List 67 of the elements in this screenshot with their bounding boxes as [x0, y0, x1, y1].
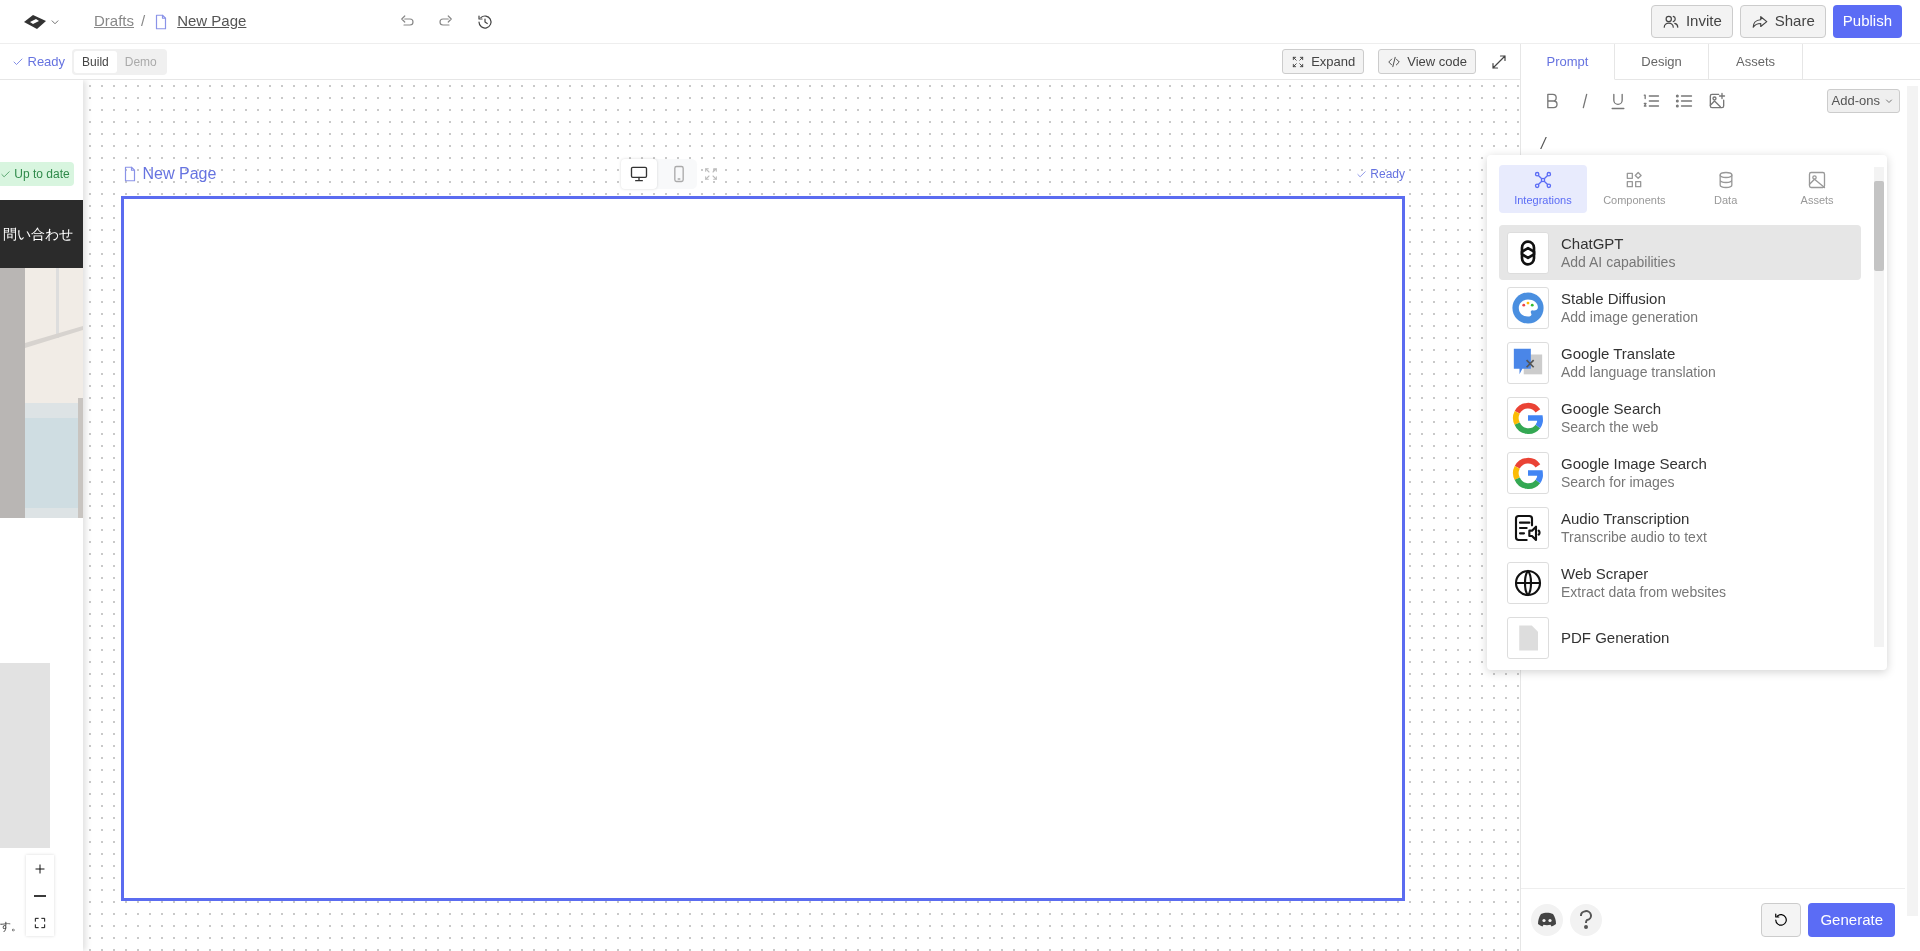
desktop-icon — [629, 164, 650, 184]
gamepad-icon — [1537, 912, 1557, 928]
history-icon[interactable] — [475, 12, 494, 31]
plus-icon — [33, 861, 47, 876]
fullscreen-icon[interactable] — [1490, 52, 1508, 71]
fit-icon — [33, 915, 47, 930]
item-subtitle: Search for images — [1561, 473, 1676, 492]
item-subtitle: Add language translation — [1561, 363, 1716, 382]
integration-item[interactable]: Web Scraper Extract data from websites — [1499, 555, 1861, 610]
status-text: Ready — [1370, 166, 1405, 183]
item-title: Google Search — [1561, 398, 1662, 419]
item-title: Web Scraper — [1561, 563, 1650, 584]
item-title: Stable Diffusion — [1561, 288, 1667, 309]
assets-icon — [1807, 169, 1828, 190]
add-ons-dropdown[interactable]: Add-ons — [1826, 89, 1900, 113]
share-button[interactable]: Share — [1739, 5, 1826, 38]
panel-tab[interactable]: Assets — [1709, 44, 1803, 80]
item-subtitle: Transcribe audio to text — [1561, 528, 1707, 547]
item-subtitle: Add image generation — [1561, 308, 1698, 327]
item-title: ChatGPT — [1561, 233, 1625, 254]
prompt-text: / — [1541, 135, 1546, 152]
item-title: Audio Transcription — [1561, 508, 1691, 529]
page-title: New Page — [142, 164, 217, 184]
reset-button[interactable] — [1761, 903, 1802, 937]
breadcrumb-link[interactable]: New Page — [177, 10, 247, 33]
integration-item[interactable]: Audio Transcription Transcribe audio to text — [1499, 500, 1861, 555]
item-title: Google Image Search — [1561, 453, 1707, 474]
generate-button[interactable]: Generate — [1808, 902, 1895, 938]
integration-item[interactable]: ChatGPT Add AI capabilities — [1499, 225, 1861, 280]
logo-icon — [22, 12, 48, 31]
panel-tab[interactable]: Design — [1615, 44, 1709, 80]
mode-tab[interactable]: Build — [74, 50, 117, 73]
category-tab[interactable]: Integrations — [1499, 165, 1587, 213]
help-button[interactable] — [1570, 904, 1602, 936]
expand-icon — [1291, 54, 1306, 69]
invite-button[interactable]: Invite — [1650, 5, 1733, 38]
item-subtitle: Add AI capabilities — [1561, 253, 1676, 272]
expand-button[interactable]: Expand — [1282, 48, 1365, 75]
help-icon — [1579, 910, 1593, 930]
palette-icon — [1511, 290, 1545, 325]
breadcrumb-separator: / — [141, 11, 146, 32]
integration-item[interactable]: Google Translate Add language translation — [1499, 335, 1861, 390]
fit-view-button[interactable] — [26, 909, 54, 936]
code-icon — [1387, 54, 1402, 69]
integration-item[interactable]: PDF Generation — [1499, 610, 1861, 665]
components-icon — [1624, 169, 1645, 190]
integrations-icon — [1532, 169, 1553, 190]
scrollbar-thumb[interactable] — [1874, 181, 1884, 271]
add-image-icon[interactable] — [1707, 91, 1727, 111]
google-icon — [1511, 400, 1545, 435]
google-icon — [1511, 455, 1545, 490]
integration-item[interactable]: Google Image Search Search for images — [1499, 445, 1861, 500]
integration-item[interactable]: Stable Diffusion Add image generation — [1499, 280, 1861, 335]
status-badge: Up to date — [0, 162, 74, 186]
check-icon — [1355, 168, 1367, 180]
device-toggle[interactable] — [621, 159, 658, 189]
integration-item[interactable]: Google Search Search the web — [1499, 390, 1861, 445]
item-title: Google Translate — [1561, 343, 1677, 364]
view-code-button[interactable]: View code — [1378, 48, 1476, 75]
item-subtitle: Search the web — [1561, 418, 1660, 437]
item-title: PDF Generation — [1561, 627, 1670, 648]
status-text: Ready — [27, 52, 66, 71]
minus-icon — [34, 894, 46, 897]
publish-button[interactable]: Publish — [1832, 5, 1902, 38]
discord-button[interactable] — [1531, 904, 1563, 936]
item-subtitle: Extract data from websites — [1561, 583, 1726, 602]
breadcrumb-link[interactable]: Drafts — [94, 10, 134, 33]
